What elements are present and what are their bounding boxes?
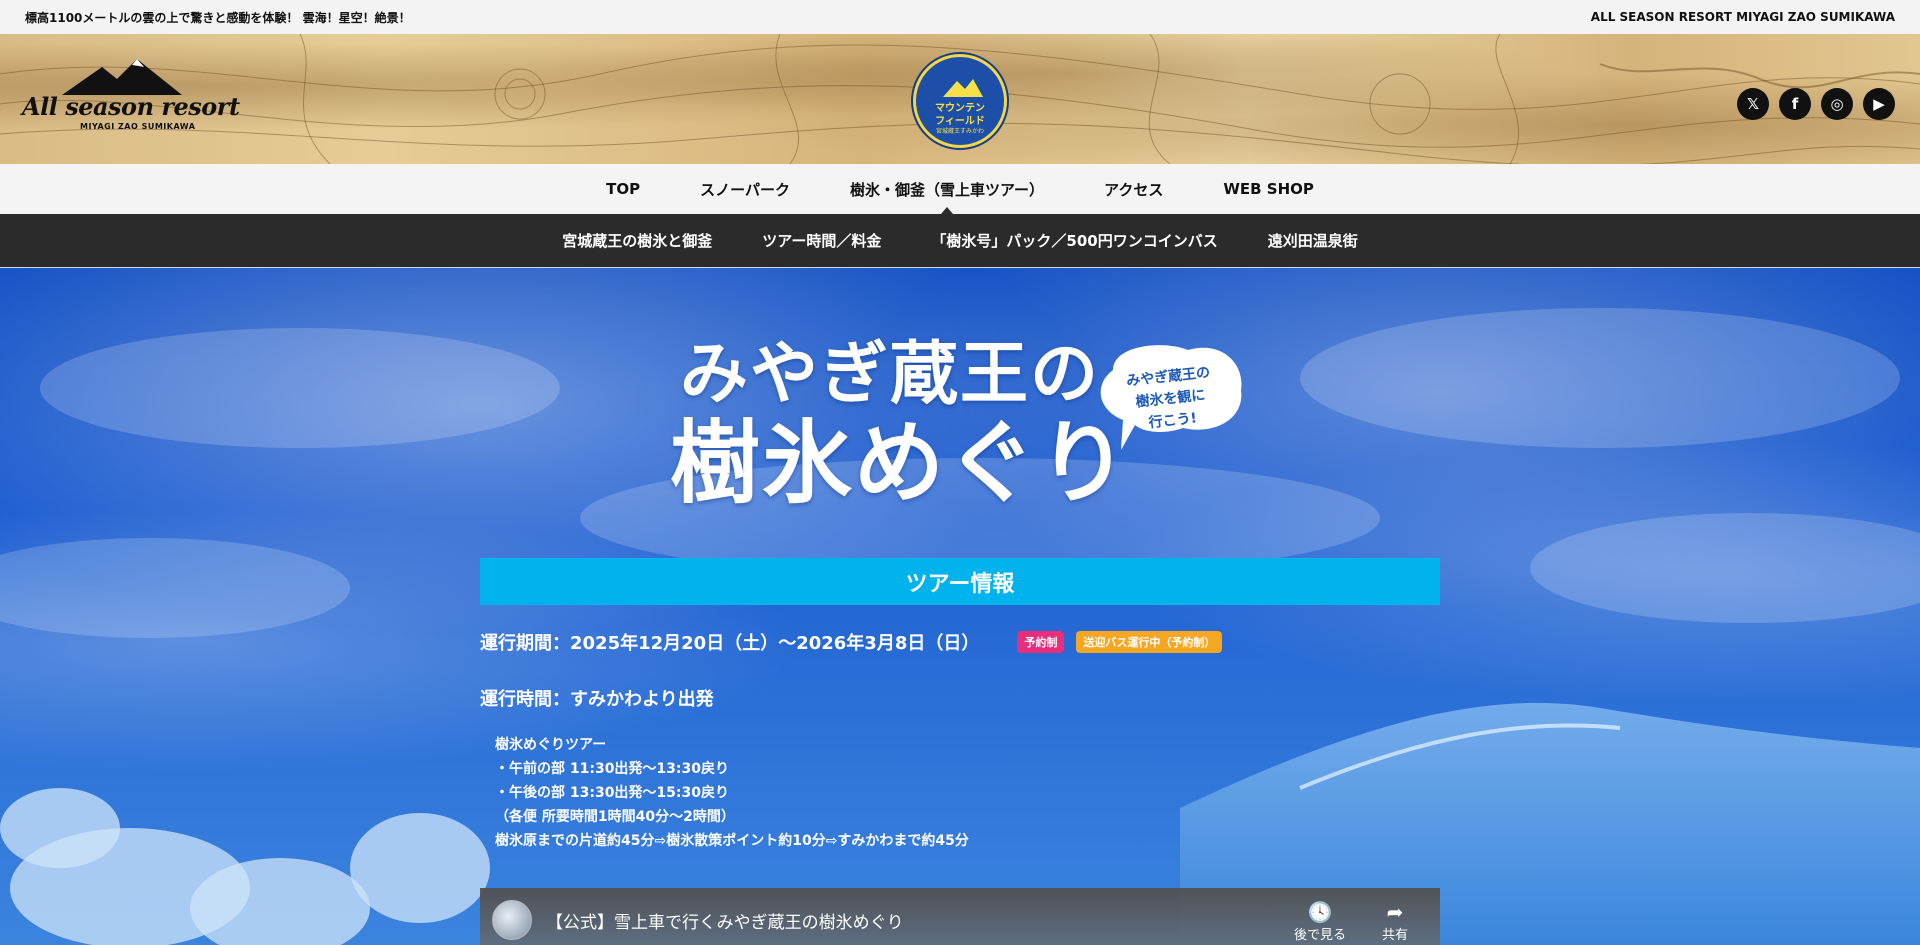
subnav-juhyo-pack[interactable]: 「樹氷号」パック／500円ワンコインバス xyxy=(906,230,1242,251)
logo-subtext: MIYAGI ZAO SUMIKAWA xyxy=(80,122,196,131)
share-arrow-icon: ➦ xyxy=(1386,900,1404,924)
nav-snowpark[interactable]: スノーパーク xyxy=(670,164,820,214)
main-nav: TOP スノーパーク 樹氷・御釜（雪上車ツアー） アクセス WEB SHOP xyxy=(0,164,1920,214)
mountain-badge-icon xyxy=(943,79,983,97)
detail-line: 樹氷めぐりツアー xyxy=(495,737,607,753)
subnav-tour-time-price[interactable]: ツアー時間／料金 xyxy=(737,230,906,251)
share-button[interactable]: ➦ 共有 xyxy=(1365,900,1425,943)
tour-info-heading: ツアー情報 xyxy=(480,558,1440,605)
nav-webshop[interactable]: WEB SHOP xyxy=(1193,164,1344,214)
tour-period-row: 運行期間：2025年12月20日（土）～2026年3月8日（日） 予約制 送迎バ… xyxy=(480,629,1440,655)
channel-avatar[interactable] xyxy=(492,900,532,940)
sub-nav: 宮城蔵王の樹氷と御釜 ツアー時間／料金 「樹氷号」パック／500円ワンコインバス… xyxy=(0,214,1920,268)
top-announcement-bar: 標高1100メートルの雲の上で驚きと感動を体験！ 雲海！星空！絶景！ ALL S… xyxy=(0,0,1920,34)
nav-juhyo-tour[interactable]: 樹氷・御釜（雪上車ツアー） xyxy=(820,164,1074,214)
tour-info: ツアー情報 運行期間：2025年12月20日（土）～2026年3月8日（日） 予… xyxy=(480,558,1440,853)
site-logo[interactable]: All season resort MIYAGI ZAO SUMIKAWA xyxy=(22,52,240,142)
watch-later-button[interactable]: 🕓 後で見る xyxy=(1290,900,1350,943)
x-icon[interactable]: 𝕏 xyxy=(1737,88,1769,120)
speech-bubble: みやぎ蔵王の 樹氷を観に 行こう! xyxy=(1093,340,1245,450)
nav-access[interactable]: アクセス xyxy=(1074,164,1193,214)
subnav-juhyo-okama[interactable]: 宮城蔵王の樹氷と御釜 xyxy=(537,230,737,251)
detail-line: ・午前の部 11:30出発～13:30戻り xyxy=(495,761,730,777)
tagline: 標高1100メートルの雲の上で驚きと感動を体験！ 雲海！星空！絶景！ xyxy=(25,10,411,25)
shuttle-badge: 送迎バス運行中（予約制） xyxy=(1076,631,1223,653)
speech-bubble-text: みやぎ蔵王の 樹氷を観に 行こう! xyxy=(1110,360,1231,438)
reservation-badge: 予約制 xyxy=(1017,631,1065,653)
social-links: 𝕏 f ◎ ▶ xyxy=(1737,88,1895,120)
detail-line: ・午後の部 13:30出発～15:30戻り xyxy=(495,785,730,801)
clock-icon: 🕓 xyxy=(1307,900,1333,924)
logo-text: All season resort xyxy=(22,92,240,121)
badge-line2: フィールド xyxy=(935,116,985,127)
hero-title-line2: 樹氷めぐり xyxy=(670,410,1130,516)
youtube-embed[interactable]: 【公式】雪上車で行くみやぎ蔵王の樹氷めぐり 🕓 後で見る ➦ 共有 xyxy=(480,888,1440,945)
youtube-icon[interactable]: ▶ xyxy=(1863,88,1895,120)
instagram-icon[interactable]: ◎ xyxy=(1821,88,1853,120)
video-title[interactable]: 【公式】雪上車で行くみやぎ蔵王の樹氷めぐり xyxy=(546,908,904,933)
detail-line: 樹氷原までの片道約45分⇨樹氷散策ポイント約10分⇨すみかわまで約45分 xyxy=(495,833,969,849)
tour-details: 樹氷めぐりツアー ・午前の部 11:30出発～13:30戻り ・午後の部 13:… xyxy=(495,733,1440,853)
facebook-icon[interactable]: f xyxy=(1779,88,1811,120)
brand-name: ALL SEASON RESORT MIYAGI ZAO SUMIKAWA xyxy=(1590,10,1895,24)
mountain-logo-icon xyxy=(62,59,182,95)
badge-line3: 宮城蔵王すみかわ xyxy=(935,128,984,135)
tour-period: 運行期間：2025年12月20日（土）～2026年3月8日（日） xyxy=(480,633,980,654)
share-label: 共有 xyxy=(1381,928,1408,943)
watch-later-label: 後で見る xyxy=(1293,928,1346,943)
tour-hours: 運行時間：すみかわより出発 xyxy=(480,689,714,710)
nav-top[interactable]: TOP xyxy=(576,164,670,214)
hero-section: みやぎ蔵王の 樹氷めぐり みやぎ蔵王の 樹氷を観に 行こう! ツアー情報 運行期… xyxy=(0,268,1920,945)
subnav-togatta-onsen[interactable]: 遠刈田温泉街 xyxy=(1243,230,1383,251)
mountain-field-badge-logo[interactable]: マウンテン フィールド 宮城蔵王すみかわ xyxy=(913,54,1007,148)
detail-line: （各便 所要時間1時間40分～2時間） xyxy=(495,809,735,825)
site-header: All season resort MIYAGI ZAO SUMIKAWA マウ… xyxy=(0,34,1920,164)
